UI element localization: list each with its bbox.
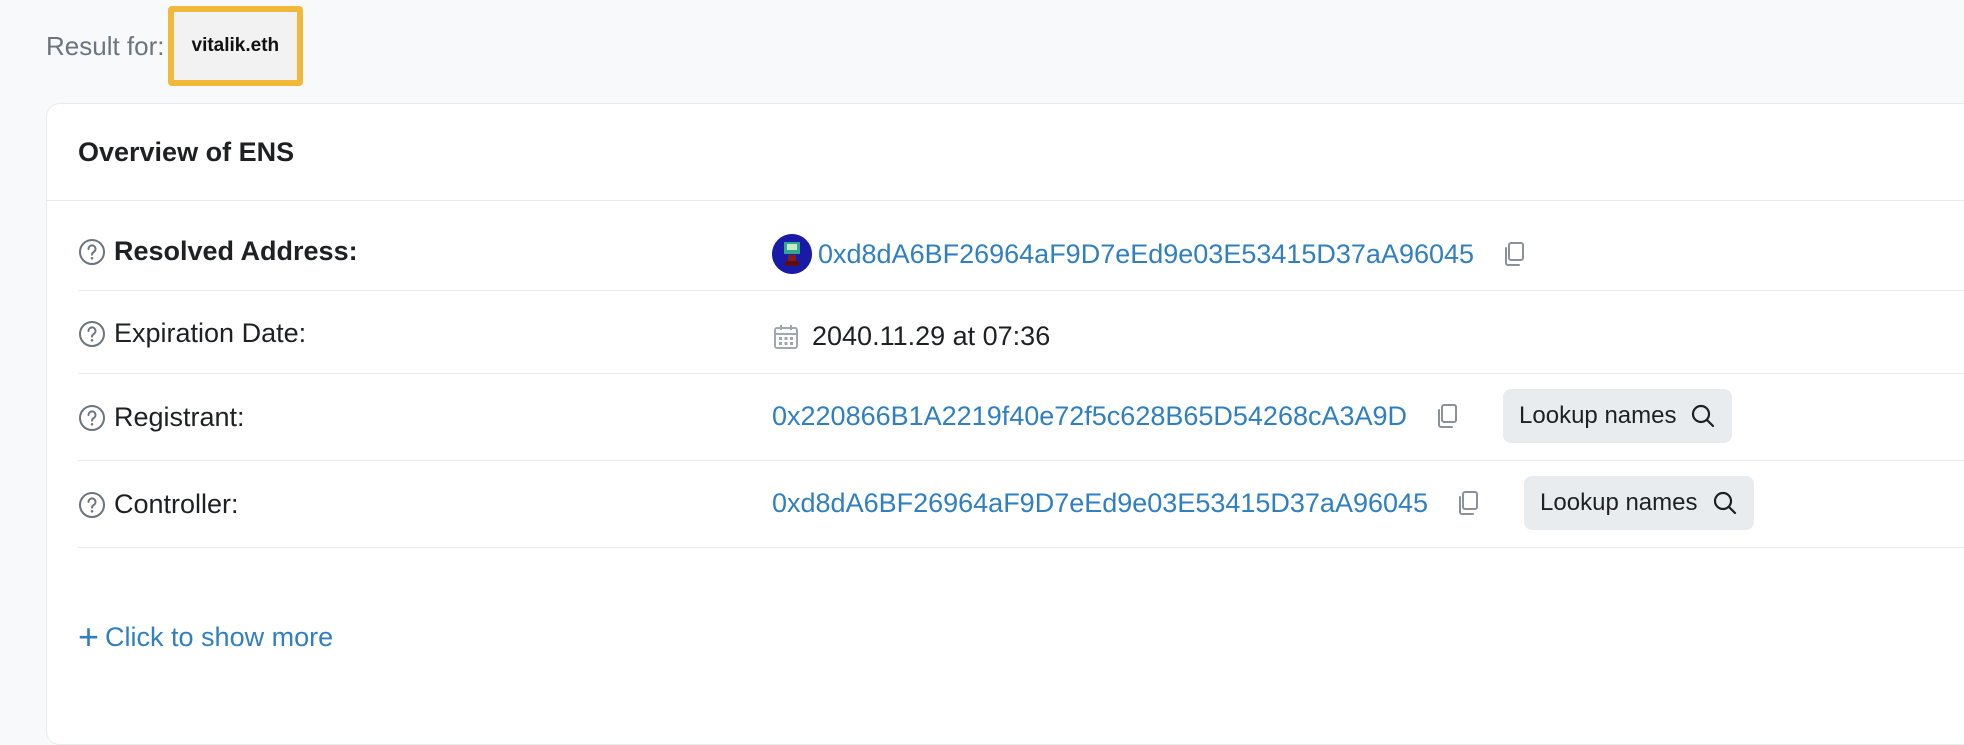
lookup-names-button[interactable]: Lookup names	[1524, 476, 1754, 530]
search-icon	[1713, 491, 1736, 515]
resolved-address-link[interactable]: 0xd8dA6BF26964aF9D7eEd9e03E53415D37aA960…	[818, 239, 1474, 270]
result-bar: Result for: vitalik.eth	[46, 6, 304, 86]
label-registrant: Registrant:	[78, 402, 245, 433]
label-resolved-address: Resolved Address:	[78, 236, 358, 267]
value-controller: 0xd8dA6BF26964aF9D7eEd9e03E53415D37aA960…	[772, 476, 1754, 530]
registrant-address-link[interactable]: 0x220866B1A2219f40e72f5c628B65D54268cA3A…	[772, 401, 1407, 432]
label-text: Expiration Date:	[114, 318, 307, 348]
help-icon[interactable]	[78, 320, 106, 348]
lookup-names-label: Lookup names	[1519, 402, 1677, 429]
calendar-icon	[774, 324, 798, 349]
label-expiration-date: Expiration Date:	[78, 318, 306, 349]
ens-overview-card: Overview of ENS Resolved Address: 0xd8dA…	[46, 103, 1964, 745]
label-text: Registrant:	[114, 402, 245, 432]
label-text: Controller:	[114, 489, 239, 519]
show-more-label: Click to show more	[105, 621, 334, 652]
value-resolved-address: 0xd8dA6BF26964aF9D7eEd9e03E53415D37aA960…	[772, 234, 1528, 274]
copy-icon[interactable]	[1454, 489, 1482, 517]
row-resolved-address: Resolved Address: 0xd8dA6BF26964aF9D7eEd…	[78, 201, 1964, 291]
value-expiration-date: 2040.11.29 at 07:36	[772, 321, 1050, 352]
row-controller: Controller: 0xd8dA6BF26964aF9D7eEd9e03E5…	[78, 460, 1964, 548]
card-title: Overview of ENS	[47, 104, 1964, 201]
search-icon	[1692, 404, 1715, 428]
expiration-date-value: 2040.11.29 at 07:36	[812, 321, 1051, 351]
show-more-link[interactable]: + Click to show more	[78, 619, 333, 655]
help-icon[interactable]	[78, 404, 106, 432]
search-query-chip[interactable]: vitalik.eth	[167, 6, 304, 86]
help-icon[interactable]	[78, 491, 106, 519]
lookup-names-button[interactable]: Lookup names	[1503, 389, 1733, 443]
lookup-names-label: Lookup names	[1540, 489, 1698, 516]
label-controller: Controller:	[78, 489, 239, 520]
help-icon[interactable]	[78, 238, 106, 266]
copy-icon[interactable]	[1500, 240, 1528, 268]
label-text: Resolved Address:	[114, 236, 358, 266]
copy-icon[interactable]	[1433, 402, 1461, 430]
avatar	[772, 234, 812, 274]
plus-icon: +	[78, 616, 100, 657]
controller-address-link[interactable]: 0xd8dA6BF26964aF9D7eEd9e03E53415D37aA960…	[772, 488, 1428, 519]
result-label: Result for:	[46, 30, 165, 61]
row-expiration-date: Expiration Date: 2040.11.29 at 07:36	[78, 290, 1964, 374]
value-registrant: 0x220866B1A2219f40e72f5c628B65D54268cA3A…	[772, 389, 1733, 443]
row-registrant: Registrant: 0x220866B1A2219f40e72f5c628B…	[78, 373, 1964, 461]
